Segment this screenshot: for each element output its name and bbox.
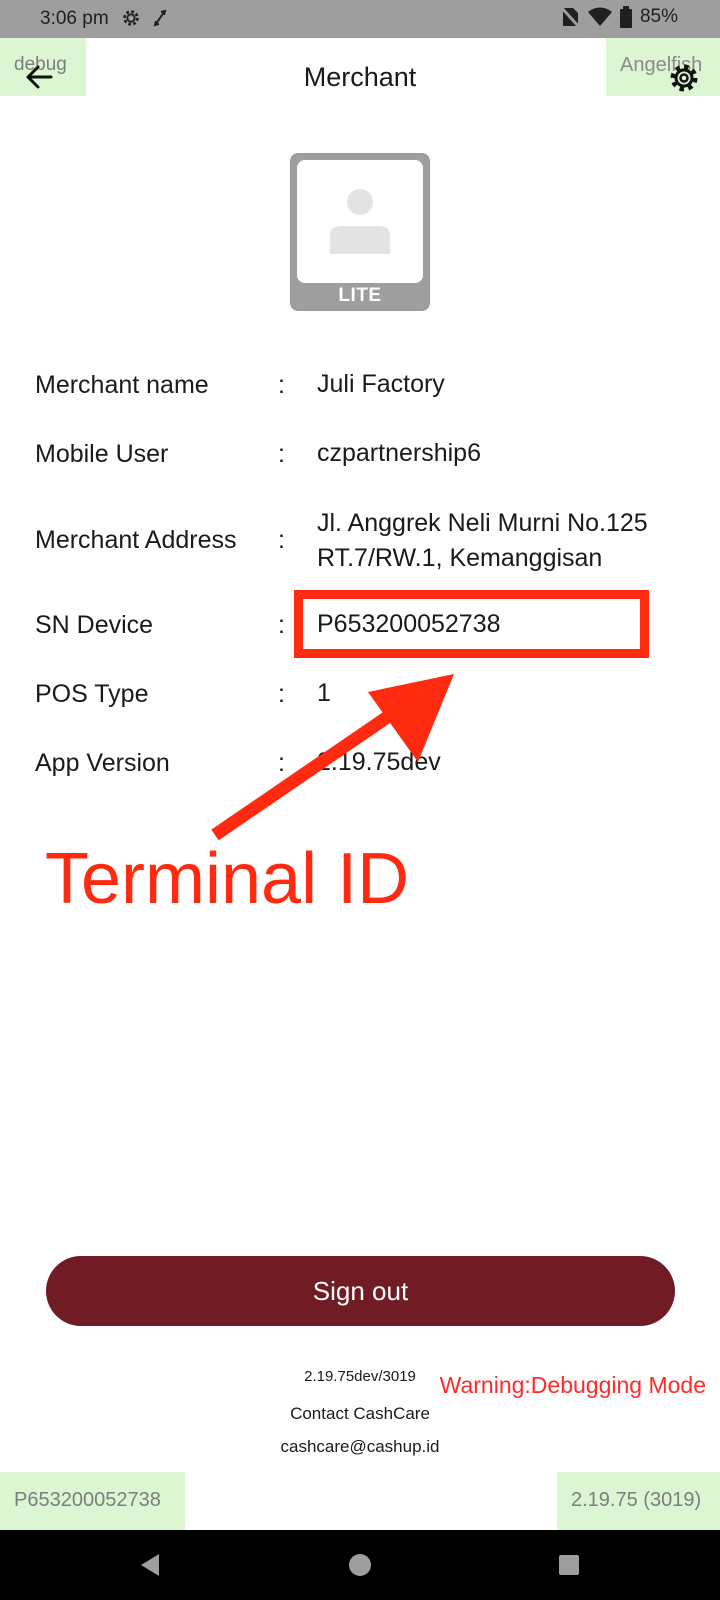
info-label: POS Type [35, 680, 149, 708]
debug-warning: Warning:Debugging Mode [439, 1372, 706, 1398]
merchant-avatar: LITE [290, 153, 430, 311]
info-label: Mobile User [35, 440, 169, 468]
info-label: App Version [35, 749, 170, 777]
sn-highlight-box [294, 590, 649, 658]
info-label: SN Device [35, 611, 154, 639]
address-line-1: Jl. Anggrek Neli Murni No.125 [317, 509, 648, 537]
settings-gear-icon[interactable] [668, 62, 700, 94]
info-label: Merchant name [35, 371, 209, 399]
annotation-label: Terminal ID [45, 839, 410, 919]
info-separator: : [278, 440, 285, 468]
battery-icon [619, 6, 632, 28]
sn-debug-tag: P653200052738 [0, 1472, 185, 1530]
info-label: Merchant Address [35, 526, 237, 554]
address-line-2: RT.7/RW.1, Kemanggisan [317, 544, 603, 572]
sync-icon [153, 9, 167, 27]
info-separator: : [278, 526, 285, 554]
brand-tag: Angelfish [606, 38, 720, 96]
contact-cashcare[interactable]: Contact CashCare [0, 1404, 720, 1424]
info-separator: : [278, 611, 285, 639]
status-indicators: 85% [559, 6, 678, 28]
avatar-frame [297, 160, 423, 283]
lite-badge: LITE [338, 285, 382, 306]
annotation-arrow-icon [211, 674, 454, 840]
system-nav-bar [0, 1530, 720, 1600]
info-separator: : [278, 371, 285, 399]
back-triangle-icon[interactable] [137, 1552, 163, 1578]
mobile-user-value: czpartnership6 [317, 439, 481, 467]
signout-button[interactable]: Sign out [46, 1256, 675, 1326]
no-sim-icon [559, 6, 580, 28]
recents-square-icon[interactable] [556, 1552, 582, 1578]
status-time: 3:06 pm [40, 8, 109, 29]
status-bar: 3:06 pm 85% [0, 0, 720, 38]
gear-icon [123, 10, 139, 26]
home-circle-icon[interactable] [347, 1552, 373, 1578]
battery-level: 85% [639, 6, 678, 27]
version-debug-tag: 2.19.75 (3019) [557, 1472, 720, 1530]
user-placeholder-icon [330, 189, 390, 254]
contact-email[interactable]: cashcare@cashup.id [0, 1437, 720, 1457]
wifi-icon [587, 7, 612, 26]
merchant-name-value: Juli Factory [317, 370, 445, 398]
